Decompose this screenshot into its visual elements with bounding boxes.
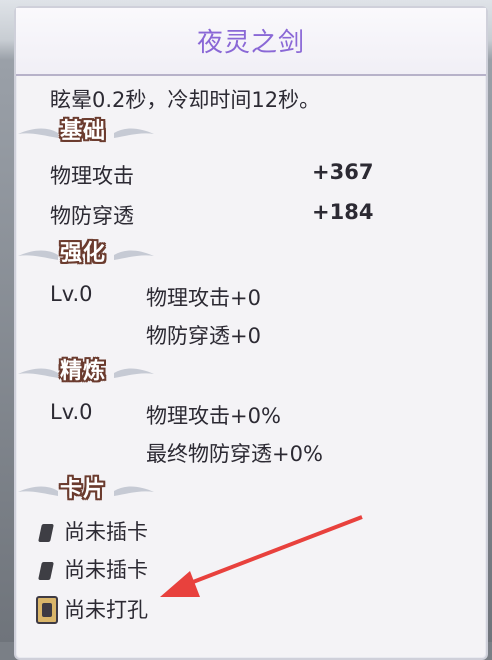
enhance-level: Lv.0	[50, 282, 93, 306]
section-header-refine: 精炼	[18, 356, 178, 390]
section-header-base: 基础	[18, 116, 178, 150]
section-label-cards: 卡片	[60, 477, 107, 502]
section-header-cards: 卡片	[18, 474, 178, 508]
card-slot-status: 尚未插卡	[64, 558, 148, 582]
refine-stat: 物理攻击+0%	[146, 404, 281, 428]
wing-ornament-icon	[114, 248, 154, 262]
red-arrow-annotation-icon	[160, 515, 363, 597]
refine-stat: 最终物防穿透+0%	[146, 442, 323, 466]
base-stat-name: 物防穿透	[50, 204, 134, 228]
wing-ornament-icon	[18, 248, 58, 262]
wing-ornament-icon	[18, 484, 58, 498]
section-label-enhance: 强化	[60, 241, 107, 266]
base-stat-name: 物理攻击	[50, 164, 134, 188]
card-slot-status: 尚未打孔	[64, 598, 148, 622]
wing-ornament-icon	[114, 484, 154, 498]
item-title: 夜灵之剑	[196, 28, 305, 58]
section-label-refine: 精炼	[60, 359, 107, 384]
wing-ornament-icon	[114, 366, 154, 380]
refine-level: Lv.0	[50, 400, 93, 424]
base-stat-value: +367	[312, 160, 374, 184]
wing-ornament-icon	[18, 126, 58, 140]
tooltip-header: 夜灵之剑	[16, 8, 486, 76]
base-stat-value: +184	[312, 200, 374, 224]
wing-ornament-icon	[18, 366, 58, 380]
item-description: 眩晕0.2秒，冷却时间12秒。	[50, 88, 321, 112]
enhance-stat: 物理攻击+0	[146, 286, 261, 310]
card-slot-status: 尚未插卡	[64, 520, 148, 544]
section-label-base: 基础	[60, 119, 107, 144]
enhance-stat: 物防穿透+0	[146, 324, 261, 348]
unpunched-hole-icon	[36, 596, 58, 624]
section-header-enhance: 强化	[18, 238, 178, 272]
wing-ornament-icon	[114, 126, 154, 140]
